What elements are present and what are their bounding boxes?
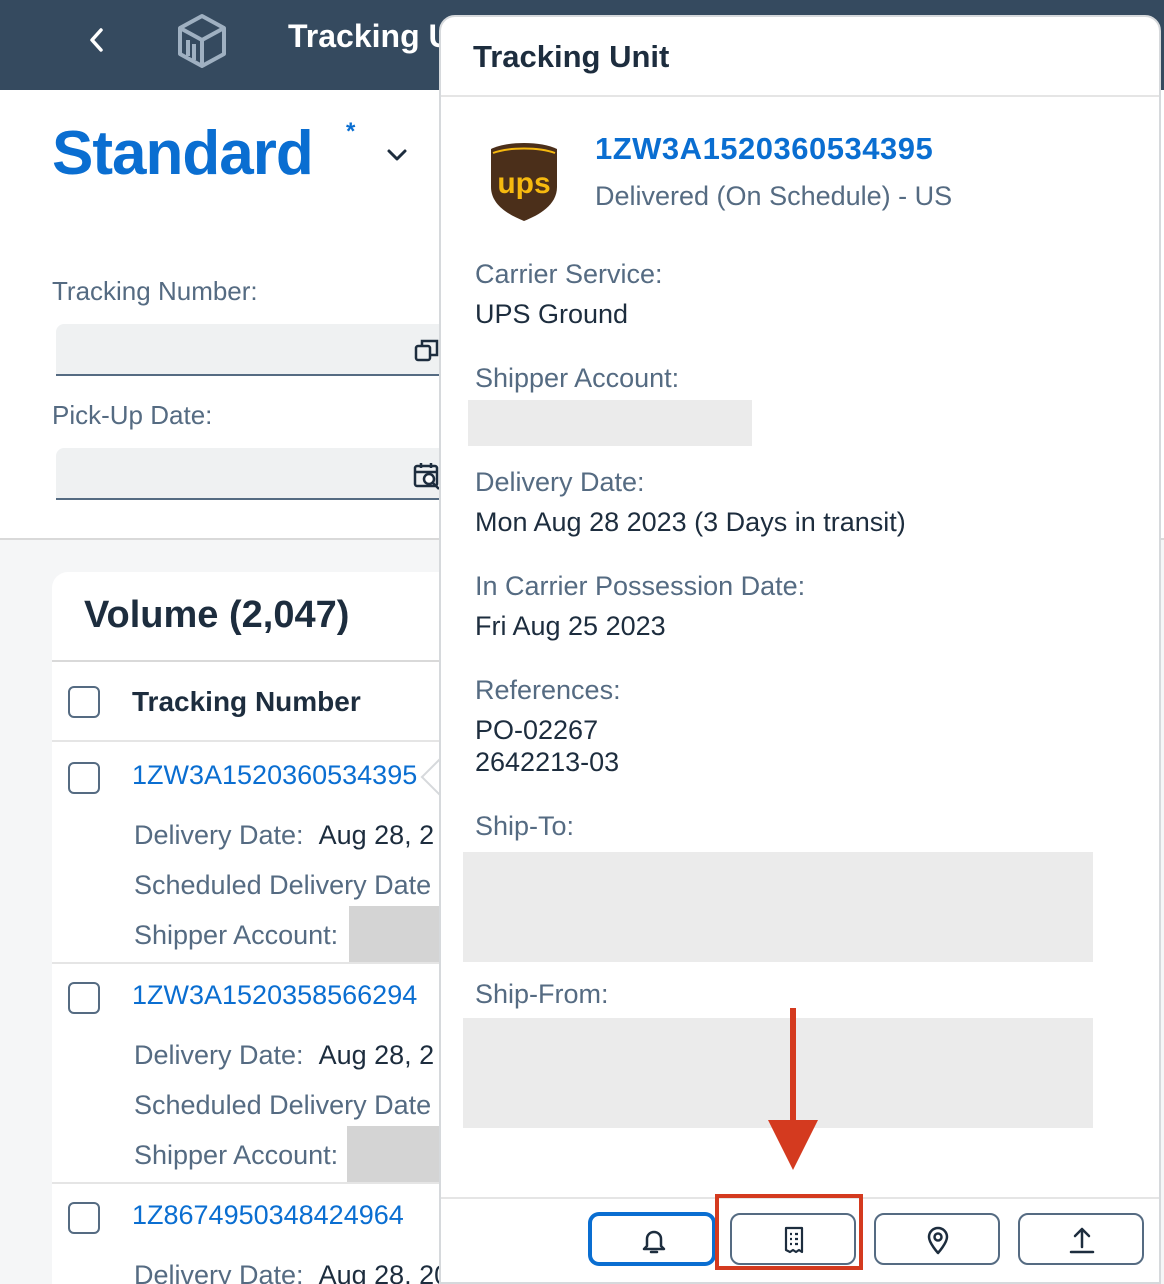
ups-logo-icon: ups — [491, 143, 557, 221]
upload-icon — [1069, 1227, 1095, 1254]
delivery-date-value: Aug 28, 2 — [318, 820, 435, 850]
select-all-checkbox[interactable] — [68, 686, 100, 718]
location-button[interactable] — [874, 1213, 1000, 1265]
delivery-date-label: Delivery Date: — [134, 820, 304, 850]
bell-icon — [642, 1230, 666, 1254]
value-help-icon[interactable] — [412, 336, 442, 366]
redacted-shipper-account — [347, 1126, 443, 1182]
location-pin-icon — [927, 1226, 949, 1255]
ship-to-label: Ship-To: — [475, 811, 575, 841]
reference-item: PO-02267 — [475, 715, 599, 745]
app-logo-icon — [178, 14, 226, 68]
delivery-date-label: Delivery Date: — [134, 1040, 304, 1070]
variant-modified-marker: * — [346, 118, 356, 145]
ups-logo-text: ups — [497, 167, 550, 200]
delivery-date-field: Delivery Date: Aug 28, 2023 — [134, 1260, 479, 1284]
carrier-possession-value: Fri Aug 25 2023 — [475, 611, 666, 641]
redacted-shipper-account — [349, 906, 443, 962]
delivery-date-label: Delivery Date: — [134, 1260, 304, 1284]
table-title: Volume (2,047) — [84, 594, 350, 636]
redacted-ship-to — [463, 852, 1093, 962]
tracking-number-link[interactable]: 1Z8674950348424964 — [132, 1200, 404, 1231]
calendar-icon[interactable] — [412, 460, 442, 490]
row-checkbox[interactable] — [68, 1202, 100, 1234]
annotation-arrow-icon — [768, 1008, 818, 1170]
delivery-date-field: Delivery Date: Aug 28, 2 — [134, 820, 434, 851]
shipper-account-label: Shipper Account: — [134, 1140, 339, 1170]
annotation-highlight-box — [715, 1194, 863, 1270]
variant-title[interactable]: Standard — [52, 118, 314, 189]
popover-title: Tracking Unit — [473, 39, 670, 74]
scheduled-delivery-label: Scheduled Delivery Date — [134, 870, 432, 900]
delivery-date-label: Delivery Date: — [475, 467, 645, 497]
pickup-date-input[interactable] — [56, 448, 446, 500]
delivery-date-value: Aug 28, 2 — [318, 1040, 435, 1070]
carrier-service-label: Carrier Service: — [475, 259, 663, 289]
delivery-date-field: Delivery Date: Aug 28, 2 — [134, 1040, 434, 1071]
popover-tracking-link[interactable]: 1ZW3A1520360534395 — [595, 131, 933, 167]
delivery-date-value: Mon Aug 28 2023 (3 Days in transit) — [475, 507, 906, 537]
chevron-down-icon[interactable] — [384, 142, 410, 168]
pickup-date-label: Pick-Up Date: — [52, 400, 213, 430]
back-button[interactable] — [80, 18, 114, 62]
carrier-possession-label: In Carrier Possession Date: — [475, 571, 806, 601]
notifications-button[interactable] — [589, 1213, 715, 1265]
popover-header: Tracking Unit — [441, 17, 1159, 97]
tracking-number-label: Tracking Number: — [52, 276, 258, 306]
delivery-status: Delivered (On Schedule) - US — [595, 181, 953, 211]
column-header-tracking-number: Tracking Number — [132, 686, 361, 717]
app-title: Tracking U — [288, 18, 452, 54]
row-checkbox[interactable] — [68, 762, 100, 794]
tracking-number-link[interactable]: 1ZW3A1520358566294 — [132, 980, 417, 1011]
reference-item: 2642213-03 — [475, 747, 620, 777]
share-button[interactable] — [1018, 1213, 1144, 1265]
chevron-left-icon — [90, 28, 103, 52]
ship-from-label: Ship-From: — [475, 979, 609, 1009]
carrier-service-value: UPS Ground — [475, 299, 629, 329]
row-checkbox[interactable] — [68, 982, 100, 1014]
tracking-number-link[interactable]: 1ZW3A1520360534395 — [132, 760, 417, 791]
references-label: References: — [475, 675, 621, 705]
shipper-account-label: Shipper Account: — [134, 920, 339, 950]
tracking-number-input[interactable] — [56, 324, 446, 376]
shipper-account-label: Shipper Account: — [475, 363, 680, 393]
scheduled-delivery-label: Scheduled Delivery Date — [134, 1090, 432, 1120]
redacted-shipper-account — [468, 400, 752, 446]
